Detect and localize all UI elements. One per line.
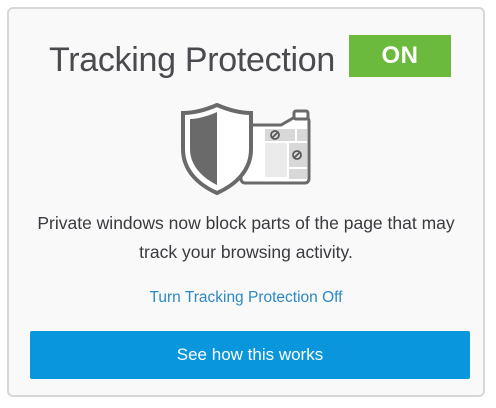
status-badge: ON <box>349 35 451 77</box>
see-how-it-works-button[interactable]: See how this works <box>30 331 470 379</box>
tracking-protection-card: Tracking Protection ON Private windows n… <box>7 7 485 397</box>
description-text: Private windows now block parts of the p… <box>37 213 455 262</box>
panel-title: Tracking Protection <box>49 41 335 79</box>
shield-blocking-trackers-icon <box>179 101 339 197</box>
turn-off-tracking-protection-link[interactable]: Turn Tracking Protection Off <box>9 289 483 307</box>
